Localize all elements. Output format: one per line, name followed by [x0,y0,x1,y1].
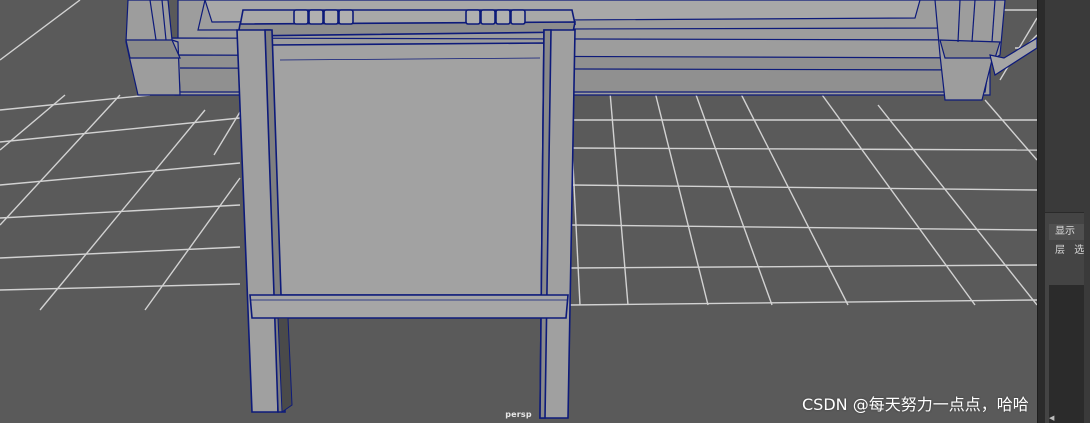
tab-layer[interactable]: 层 [1055,245,1065,256]
panel-scrollbar[interactable] [1084,212,1090,423]
watermark: CSDN @每天努力一点点，哈哈 [802,395,1029,414]
viewport-scene [0,0,1037,419]
channel-box-panel: 显示 层 选 [1045,0,1090,423]
tab-options[interactable]: 选 [1074,245,1084,256]
hinge-left [293,9,354,25]
hinge-right [465,9,526,25]
panel-splitter[interactable] [1037,0,1045,423]
3d-viewport[interactable]: persp [0,0,1037,423]
attribute-area [1045,0,1090,213]
sign-board-model [236,9,576,419]
scroll-left-arrow-icon[interactable]: ◀ [1049,414,1054,422]
